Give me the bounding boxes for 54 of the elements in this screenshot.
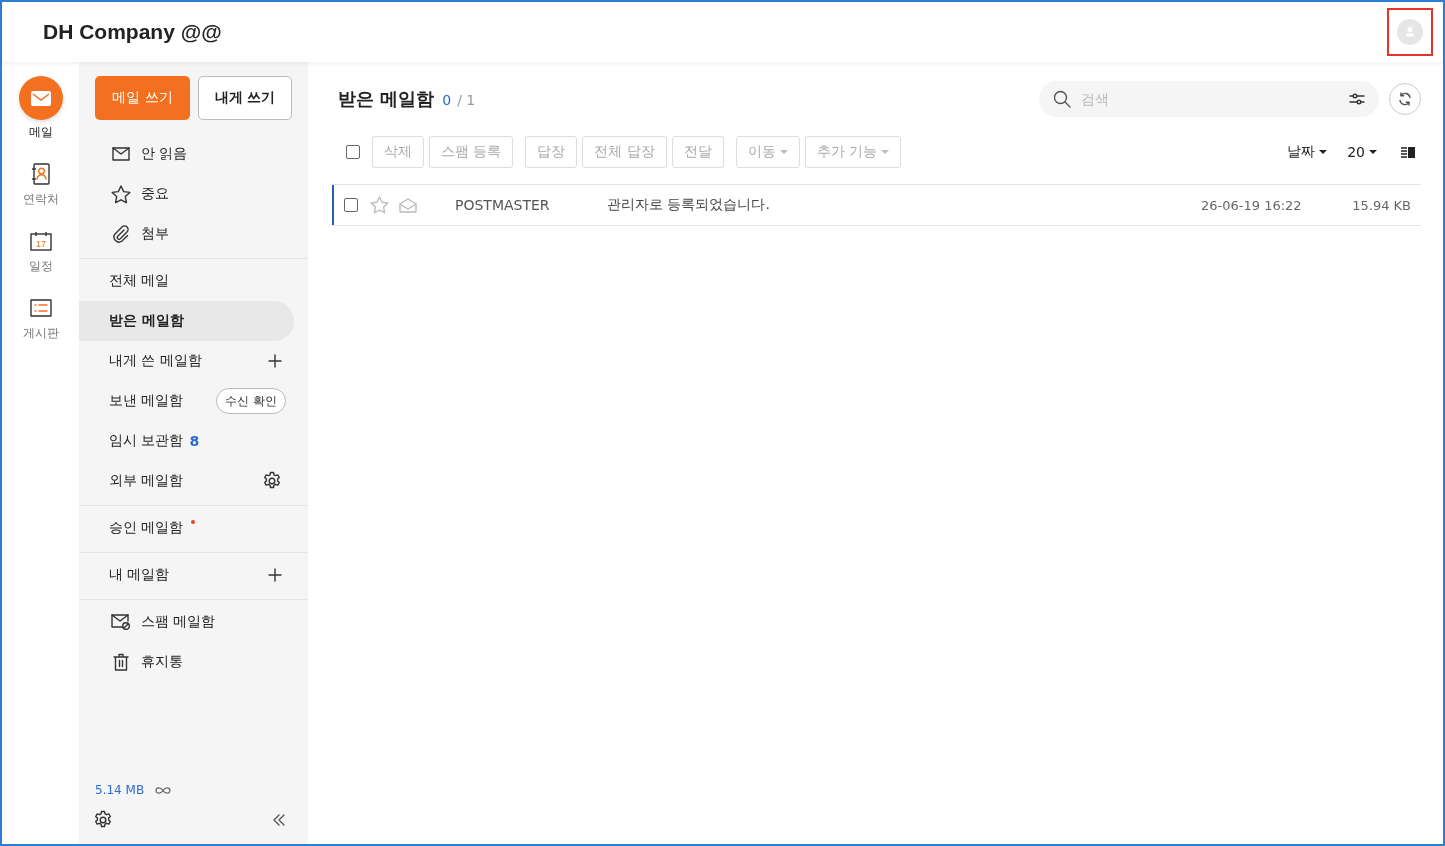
message-size: 15.94 KB [1351,197,1412,213]
collapse-icon[interactable] [272,814,286,826]
folder-item[interactable]: 승인 메일함 [109,519,184,537]
folder-item[interactable]: 안 읽음 [141,145,188,163]
write-to-self-button[interactable]: 내게 쓰기 [198,76,292,120]
star-icon [111,184,131,204]
paperclip-icon [111,225,131,243]
folder-item[interactable]: 휴지통 [141,653,183,671]
page-size-dropdown[interactable]: 20 [1343,144,1381,160]
folder-item[interactable]: 받은 메일함 [109,312,184,330]
folder-item[interactable]: 내게 쓴 메일함 [109,352,202,370]
search-input[interactable]: 검색 [1079,90,1341,108]
search-field[interactable]: 검색 [1039,81,1379,117]
sort-dropdown[interactable]: 날짜 [1283,143,1332,161]
folder-item[interactable]: 첨부 [141,225,169,243]
trash-icon [111,653,131,671]
split-view-icon[interactable] [1401,146,1415,158]
blocked-mail-icon [111,614,131,630]
add-icon[interactable] [268,354,282,368]
sender-name: POSTMASTER [455,197,551,213]
total-count: / 1 [457,92,476,108]
app-nav-item[interactable]: 메일 [18,76,63,141]
company-name: DH Company @@ [43,20,223,44]
infinity-icon [154,785,173,795]
message-row[interactable]: POSTMASTER 관리자로 등록되었습니다. 26-06-19 16:22 15.94 KB [332,185,1421,226]
app-nav-item[interactable]: 17 일정 [28,228,53,275]
envelope-icon [18,76,63,120]
read-receipt-button[interactable]: 수신 확인 [216,388,286,414]
calendar-day: 17 [35,239,46,249]
message-date: 26-06-19 16:22 [1201,197,1303,213]
folder-item[interactable]: 중요 [141,185,169,203]
folder-item[interactable]: 전체 메일 [109,272,170,290]
settings-icon[interactable] [262,471,282,491]
app-nav-item[interactable]: 연락처 [22,161,59,208]
search-icon [1053,90,1071,108]
settings-icon[interactable] [93,810,113,830]
folder-item[interactable]: 외부 메일함 [109,472,184,490]
folder-item[interactable]: 스팸 메일함 [141,613,216,631]
folder-item[interactable]: 내 메일함 [109,566,170,584]
envelope-icon [111,147,131,161]
message-subject: 관리자로 등록되었습니다. [607,196,770,214]
selected-count: 0 [442,92,452,108]
row-checkbox[interactable] [344,198,358,212]
filter-icon[interactable] [1349,92,1365,106]
mailbox-title: 받은 메일함 [338,87,435,111]
app-nav-item[interactable]: 게시판 [22,295,59,342]
storage-used: 5.14 MB [95,783,145,797]
unread-count: 8 [189,433,200,449]
star-icon[interactable] [370,196,389,214]
add-icon[interactable] [268,568,282,582]
select-all-checkbox[interactable] [346,145,360,159]
contact-book-icon [30,161,51,187]
folder-item[interactable]: 임시 보관함 [109,432,184,450]
folder-item[interactable]: 보낸 메일함 [109,392,184,410]
